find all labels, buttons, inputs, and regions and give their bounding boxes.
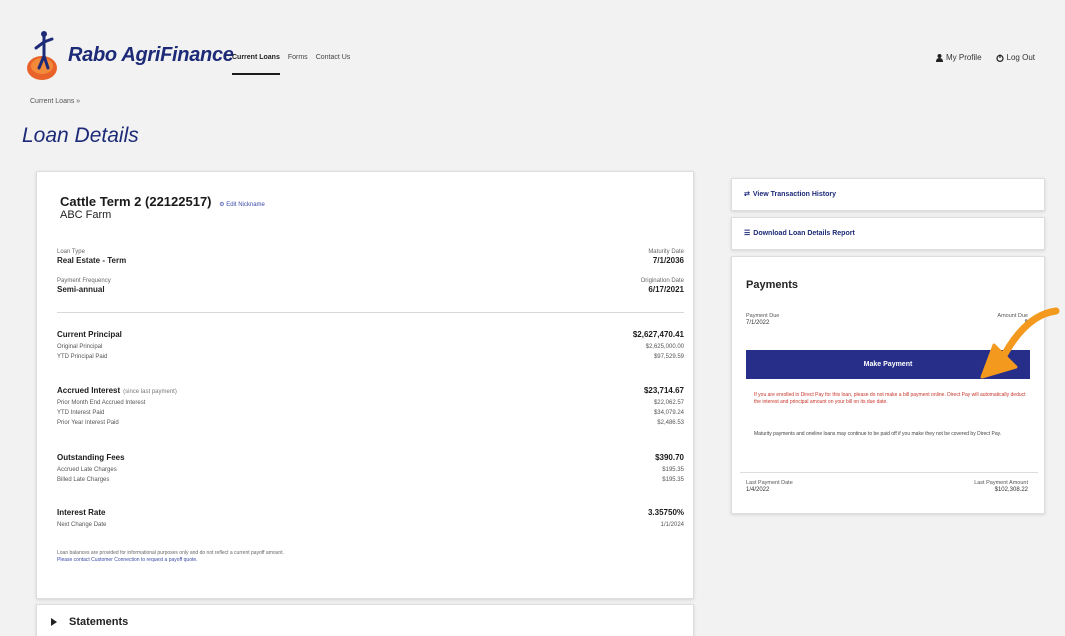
maturity-value: 7/1/2036 bbox=[652, 256, 684, 265]
line-value: $195.35 bbox=[662, 477, 684, 483]
frequency-label: Payment Frequency bbox=[57, 278, 111, 284]
nav-forms[interactable]: Forms bbox=[288, 54, 308, 65]
interest-section: Accrued Interest (since last payment) $23,… bbox=[57, 386, 684, 428]
download-report-label: Download Loan Details Report bbox=[753, 229, 855, 237]
statements-panel[interactable]: Statements bbox=[36, 604, 694, 636]
interest-note: (since last payment) bbox=[123, 389, 177, 395]
line-label: Billed Late Charges bbox=[57, 477, 110, 483]
payment-due-label: Payment Due bbox=[746, 313, 780, 319]
logo-icon bbox=[27, 31, 57, 80]
list-item: YTD Interest Paid $34,079.24 bbox=[57, 408, 684, 418]
edit-icon: ⚙ bbox=[219, 202, 225, 208]
payoff-quote-link[interactable]: Please contact Customer Connection to re… bbox=[57, 557, 284, 564]
line-label: Prior Month End Accrued Interest bbox=[57, 400, 146, 406]
list-item: YTD Principal Paid $97,529.59 bbox=[57, 352, 684, 362]
rate-title: Interest Rate bbox=[57, 508, 106, 517]
divider bbox=[57, 312, 684, 313]
fees-section: Outstanding Fees $390.70 Accrued Late Cha… bbox=[57, 453, 684, 485]
line-value: $34,079.24 bbox=[653, 410, 684, 416]
line-label: Prior Year Interest Paid bbox=[57, 420, 119, 426]
principal-section: Current Principal $2,627,470.41 Original … bbox=[57, 330, 684, 362]
rate-section: Interest Rate 3.35750% Next Change Date 1/… bbox=[57, 508, 684, 530]
last-payment-amount-value: $102,308.22 bbox=[994, 487, 1028, 493]
orange-arrow-icon bbox=[980, 307, 1060, 379]
payment-due-value: 7/1/2022 bbox=[746, 320, 770, 326]
line-label: YTD Principal Paid bbox=[57, 354, 108, 360]
fees-title: Outstanding Fees bbox=[57, 453, 125, 462]
list-item: Accrued Late Charges $195.35 bbox=[57, 465, 684, 475]
edit-nickname-label: Edit Nickname bbox=[226, 202, 265, 208]
principal-title: Current Principal bbox=[57, 330, 122, 339]
list-item: Prior Month End Accrued Interest $22,062.… bbox=[57, 398, 684, 408]
interest-total: $23,714.67 bbox=[643, 386, 684, 395]
download-report-button[interactable]: ☰ Download Loan Details Report bbox=[731, 217, 1045, 250]
interest-title: Accrued Interest bbox=[57, 386, 121, 395]
line-label: Accrued Late Charges bbox=[57, 467, 117, 473]
loan-title: Cattle Term 2 (22122517) ⚙ Edit Nickname bbox=[60, 194, 265, 209]
breadcrumb[interactable]: Current Loans » bbox=[30, 98, 80, 105]
line-value: $2,625,000.00 bbox=[645, 344, 684, 350]
origination-value: 6/17/2021 bbox=[648, 285, 684, 294]
divider bbox=[740, 472, 1038, 473]
header: Rabo AgriFinance Current Loans Forms Con… bbox=[0, 0, 1065, 95]
loan-type-row: Loan Type Real Estate - Term Maturity Da… bbox=[57, 249, 684, 265]
expand-triangle-icon bbox=[51, 618, 57, 626]
maturity-block: Maturity Date 7/1/2036 bbox=[648, 249, 684, 265]
logo-text: Rabo AgriFinance bbox=[68, 44, 234, 66]
loan-name: Cattle Term 2 (22122517) bbox=[60, 194, 212, 209]
view-transaction-history-button[interactable]: ⇄ View Transaction History bbox=[731, 178, 1045, 211]
last-payment-date-label: Last Payment Date bbox=[746, 480, 793, 486]
principal-total: $2,627,470.41 bbox=[632, 330, 684, 339]
logout-link[interactable]: Log Out bbox=[995, 53, 1035, 62]
payments-title: Payments bbox=[746, 279, 798, 291]
view-history-label: View Transaction History bbox=[752, 190, 836, 198]
last-payment-amount-label: Last Payment Amount bbox=[974, 480, 1028, 486]
fees-total: $390.70 bbox=[655, 453, 684, 462]
nav-contact-us[interactable]: Contact Us bbox=[316, 54, 351, 65]
last-payment-date-value: 1/4/2022 bbox=[746, 487, 770, 493]
edit-nickname-link[interactable]: ⚙ Edit Nickname bbox=[219, 202, 265, 208]
rate-total: 3.35750% bbox=[647, 508, 684, 517]
direct-pay-warning: If you are enrolled in Direct Pay for th… bbox=[754, 392, 1026, 405]
disclaimer: Loan balances are provided for informati… bbox=[57, 550, 284, 564]
user-icon bbox=[935, 53, 943, 62]
page: Rabo AgriFinance Current Loans Forms Con… bbox=[0, 0, 1065, 636]
frequency-value: Semi-annual bbox=[57, 285, 105, 294]
loan-details-card: Cattle Term 2 (22122517) ⚙ Edit Nickname… bbox=[36, 171, 694, 599]
statements-label: Statements bbox=[69, 616, 129, 628]
list-item: Original Principal $2,625,000.00 bbox=[57, 342, 684, 352]
my-profile-label: My Profile bbox=[945, 53, 982, 62]
list-item: Next Change Date 1/1/2024 bbox=[57, 520, 684, 530]
logo[interactable]: Rabo AgriFinance bbox=[24, 26, 244, 86]
line-label: Next Change Date bbox=[57, 522, 107, 528]
line-label: YTD Interest Paid bbox=[57, 410, 105, 416]
line-value: $97,529.59 bbox=[653, 354, 684, 360]
disclaimer-text: Loan balances are provided for informati… bbox=[57, 550, 284, 556]
list-item: Billed Late Charges $195.35 bbox=[57, 475, 684, 485]
loan-type-label: Loan Type bbox=[57, 249, 85, 255]
power-icon bbox=[995, 54, 1004, 62]
line-value: 1/1/2024 bbox=[660, 522, 684, 528]
user-links: My Profile Log Out bbox=[935, 53, 1035, 62]
line-value: $195.35 bbox=[662, 467, 684, 473]
page-title: Loan Details bbox=[22, 124, 139, 147]
line-label: Original Principal bbox=[57, 344, 103, 350]
maturity-note: Maturity payments and oneline loans may … bbox=[754, 431, 1002, 437]
maturity-label: Maturity Date bbox=[648, 249, 684, 255]
logout-label: Log Out bbox=[1006, 53, 1035, 62]
swap-arrows-icon: ⇄ bbox=[744, 191, 750, 198]
list-icon: ☰ bbox=[744, 230, 751, 237]
nav-current-loans[interactable]: Current Loans bbox=[232, 54, 280, 75]
origination-block: Origination Date 6/17/2021 bbox=[641, 278, 684, 294]
line-value: $2,486.53 bbox=[657, 420, 684, 426]
frequency-row: Payment Frequency Semi-annual Originatio… bbox=[57, 278, 684, 294]
loan-type-value: Real Estate - Term bbox=[57, 256, 127, 265]
line-value: $22,062.57 bbox=[653, 400, 684, 406]
my-profile-link[interactable]: My Profile bbox=[935, 53, 982, 62]
main-nav: Current Loans Forms Contact Us bbox=[232, 54, 351, 75]
list-item: Prior Year Interest Paid $2,486.53 bbox=[57, 418, 684, 428]
farm-name: ABC Farm bbox=[60, 209, 112, 221]
origination-label: Origination Date bbox=[640, 278, 684, 284]
